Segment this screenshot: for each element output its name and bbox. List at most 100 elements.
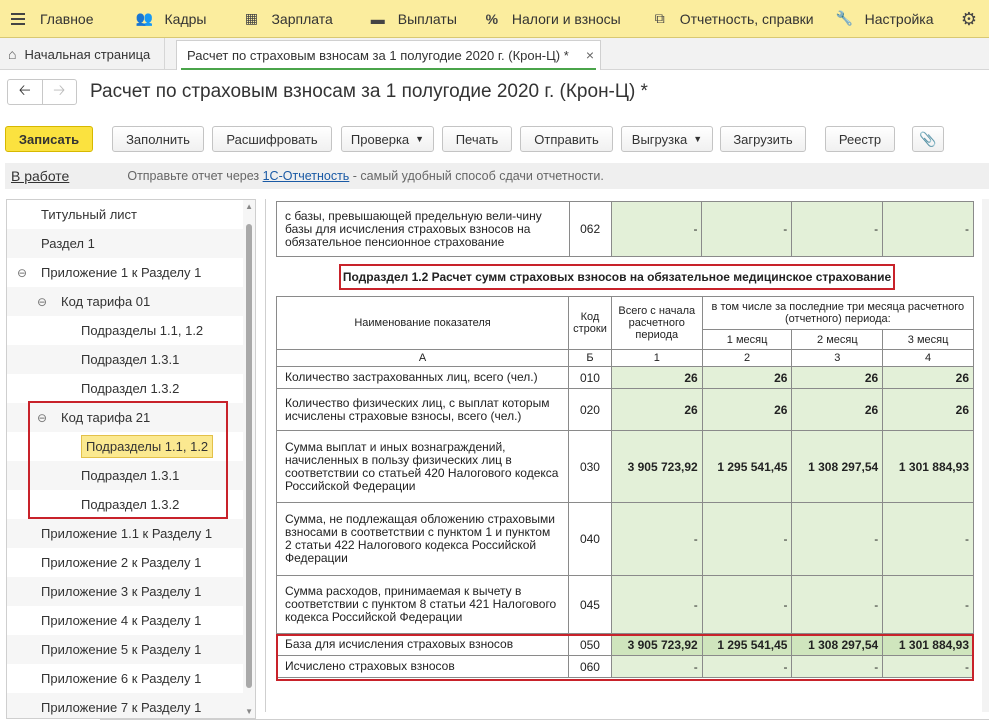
- tree-item-tariff-01[interactable]: ⊖ Код тарифа 01: [7, 287, 245, 316]
- export-button[interactable]: Выгрузка ▼: [621, 126, 713, 152]
- menu-item-taxes[interactable]: % Налоги и взносы: [476, 0, 634, 38]
- page-title: Расчет по страховым взносам за 1 полугод…: [90, 81, 648, 102]
- row-cell[interactable]: 26: [791, 366, 884, 389]
- highlight-frame-tariff-21: [28, 401, 228, 519]
- row-cell[interactable]: -: [791, 502, 884, 576]
- row-cell[interactable]: 26: [882, 366, 974, 389]
- row-062-m2[interactable]: -: [791, 201, 884, 257]
- paperclip-icon: 📎: [919, 130, 937, 147]
- col-label-4: 4: [882, 349, 974, 367]
- row-cell[interactable]: -: [610, 575, 703, 634]
- collapse-icon[interactable]: ⊖: [37, 295, 47, 309]
- scroll-down-icon[interactable]: ▼: [245, 707, 253, 716]
- row-cell[interactable]: 3 905 723,92: [610, 430, 703, 503]
- row-cell[interactable]: -: [882, 575, 974, 634]
- menu-item-salary[interactable]: ▦ Зарплата: [235, 0, 345, 38]
- registry-button[interactable]: Реестр: [825, 126, 895, 152]
- tree-item-title-page[interactable]: Титульный лист: [7, 200, 245, 229]
- row-cell[interactable]: 26: [882, 388, 974, 431]
- row-code: 040: [568, 502, 612, 576]
- dropdown-caret-icon: ▼: [693, 134, 703, 144]
- tree-item-label: Приложение 1.1 к Разделу 1: [41, 526, 213, 541]
- row-cell[interactable]: 26: [610, 366, 703, 389]
- tree-item-appendix-2[interactable]: Приложение 2 к Разделу 1: [7, 548, 245, 577]
- print-button[interactable]: Печать: [442, 126, 512, 152]
- tree-item-tariff-01-sub-1-1[interactable]: Подразделы 1.1, 1.2: [7, 316, 245, 345]
- row-cell[interactable]: 1 308 297,54: [791, 430, 884, 503]
- col-label-1: 1: [610, 349, 703, 367]
- table-row: Количество физических лиц, с выплат кото…: [275, 388, 974, 431]
- calculator-icon: ▦: [244, 10, 259, 26]
- hint-text-tail: - самый удобный способ сдачи отчетности.: [349, 169, 604, 183]
- menu-item-reports-label: Отчетность, справки: [679, 10, 814, 27]
- col-label-2: 2: [701, 349, 793, 367]
- menu-item-main[interactable]: Главное: [36, 0, 107, 38]
- save-button[interactable]: Записать: [5, 126, 93, 152]
- row-cell[interactable]: 26: [701, 366, 793, 389]
- send-button[interactable]: Отправить: [520, 126, 613, 152]
- row-cell[interactable]: -: [701, 502, 793, 576]
- gear-icon[interactable]: ⚙: [961, 9, 977, 30]
- collapse-icon[interactable]: ⊖: [17, 266, 27, 280]
- status-link[interactable]: В работе: [11, 168, 69, 184]
- check-button[interactable]: Проверка ▼: [341, 126, 434, 152]
- tree-item-appendix-5[interactable]: Приложение 5 к Разделу 1: [7, 635, 245, 664]
- tree-item-appendix-6[interactable]: Приложение 6 к Разделу 1: [7, 664, 245, 693]
- load-button-label: Загрузить: [733, 131, 793, 147]
- row-cell[interactable]: -: [701, 575, 793, 634]
- attach-button[interactable]: 📎: [912, 126, 944, 152]
- row-cell[interactable]: 26: [701, 388, 793, 431]
- tree-item-tariff-01-sub-1-3-1[interactable]: Подраздел 1.3.1: [7, 345, 245, 374]
- tree-item-label: Приложение 7 к Разделу 1: [41, 700, 202, 715]
- row-062-total[interactable]: -: [610, 201, 703, 257]
- row-cell[interactable]: -: [610, 502, 703, 576]
- menu-item-hr[interactable]: 👥 Кадры: [129, 0, 220, 38]
- highlight-frame-rows-050-060: [276, 634, 974, 681]
- forward-arrow-icon[interactable]: 🡢: [43, 80, 77, 104]
- tab-home[interactable]: ⌂ Начальная страница: [0, 38, 166, 70]
- tree-item-appendix-1[interactable]: ⊖ Приложение 1 к Разделу 1: [7, 258, 245, 287]
- row-cell[interactable]: -: [791, 575, 884, 634]
- wallet-icon: ▬: [370, 10, 385, 27]
- tree-scrollbar[interactable]: ▲ ▼: [243, 200, 255, 718]
- wrench-icon: 🔧: [835, 10, 854, 26]
- row-name: Количество физических лиц, с выплат кото…: [275, 388, 570, 431]
- row-cell[interactable]: 26: [791, 388, 884, 431]
- hamburger-icon[interactable]: [0, 0, 36, 38]
- pension-table-tail: с базы, превышающей предельную вели-чину…: [276, 201, 974, 257]
- row-cell[interactable]: 1 301 884,93: [882, 430, 974, 503]
- reporting-link[interactable]: 1С-Отчетность: [263, 169, 350, 183]
- tree-item-appendix-7[interactable]: Приложение 7 к Разделу 1: [7, 693, 245, 718]
- decode-button-label: Расшифровать: [226, 131, 318, 147]
- report-scrollbar[interactable]: [982, 199, 989, 712]
- row-062-m1[interactable]: -: [701, 201, 793, 257]
- check-button-label: Проверка: [350, 131, 410, 147]
- tree-scroll-thumb[interactable]: [246, 224, 252, 688]
- row-cell[interactable]: 26: [610, 388, 703, 431]
- table-row: Сумма расходов, принимаемая к вычету в с…: [275, 575, 974, 634]
- menu-item-reports[interactable]: ⧉ Отчетность, справки: [644, 0, 827, 38]
- tree-item-appendix-4[interactable]: Приложение 4 к Разделу 1: [7, 606, 245, 635]
- row-name: Сумма расходов, принимаемая к вычету в с…: [275, 575, 570, 634]
- tree-item-appendix-3[interactable]: Приложение 3 к Разделу 1: [7, 577, 245, 606]
- back-arrow-icon[interactable]: 🡠: [8, 80, 43, 104]
- tree-item-tariff-01-sub-1-3-2[interactable]: Подраздел 1.3.2: [7, 374, 245, 403]
- status-strip: В работе Отправьте отчет через 1С-Отчетн…: [5, 163, 989, 189]
- tree-item-label: Приложение 6 к Разделу 1: [41, 671, 202, 686]
- menu-item-payments[interactable]: ▬ Выплаты: [362, 0, 470, 38]
- close-icon[interactable]: ×: [586, 47, 594, 63]
- row-cell[interactable]: 1 295 541,45: [701, 430, 793, 503]
- tree-item-appendix-1-1[interactable]: Приложение 1.1 к Разделу 1: [7, 519, 245, 548]
- tree-item-section-1[interactable]: Раздел 1: [7, 229, 245, 258]
- menu-item-settings[interactable]: 🔧 Настройка: [829, 0, 947, 38]
- load-button[interactable]: Загрузить: [720, 126, 806, 152]
- dropdown-caret-icon: ▼: [415, 134, 425, 144]
- row-062-m3[interactable]: -: [882, 201, 974, 257]
- tree-item-label: Подраздел 1.3.2: [81, 381, 180, 396]
- decode-button[interactable]: Расшифровать: [212, 126, 332, 152]
- row-cell[interactable]: -: [882, 502, 974, 576]
- fill-button[interactable]: Заполнить: [112, 126, 204, 152]
- people-icon: 👥: [135, 10, 154, 26]
- scroll-up-icon[interactable]: ▲: [245, 202, 253, 211]
- tab-report[interactable]: Расчет по страховым взносам за 1 полугод…: [176, 40, 601, 70]
